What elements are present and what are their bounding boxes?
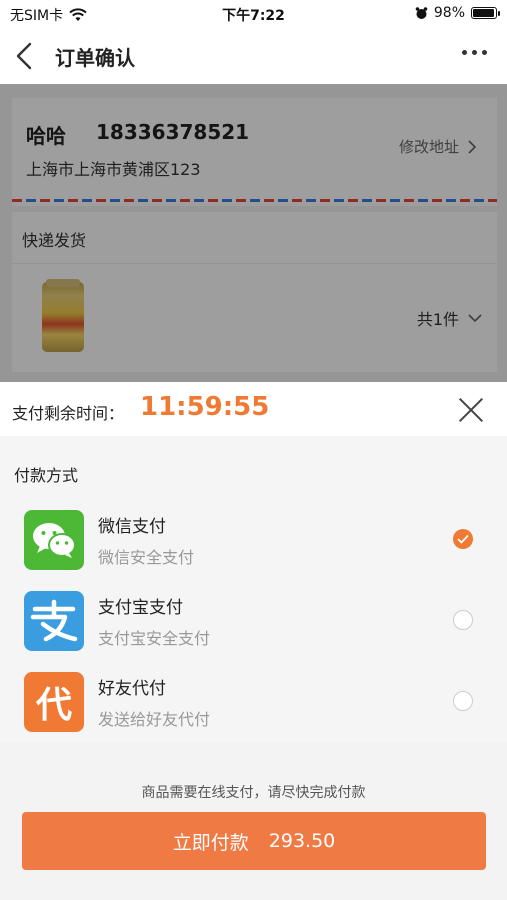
payment-methods: 付款方式 微信支付 微信安全支付 支付宝支付 支付宝安全支付 代 好友代付 发送…: [0, 442, 507, 742]
close-button[interactable]: [457, 396, 485, 424]
modal-overlay[interactable]: [0, 84, 507, 382]
more-button[interactable]: [462, 50, 487, 55]
method-name: 微信支付: [98, 517, 166, 537]
payment-method-wechat[interactable]: 微信支付 微信安全支付: [0, 504, 507, 584]
page-title: 订单确认: [55, 46, 135, 70]
more-dot-icon: [482, 50, 487, 55]
payment-notice: 商品需要在线支付，请尽快完成付款: [141, 785, 366, 801]
battery-percent: 98%: [433, 5, 465, 21]
status-right: 98%: [415, 5, 500, 21]
pay-now-button[interactable]: 立即付款 293.50: [22, 812, 486, 870]
payment-timer-bar: 支付剩余时间： 11:59:55: [0, 382, 507, 436]
radio-unselected[interactable]: [453, 691, 473, 711]
payment-footer: 商品需要在线支付，请尽快完成付款 立即付款 293.50: [0, 742, 507, 900]
method-description: 微信安全支付: [98, 548, 195, 567]
payment-sheet: 支付剩余时间： 11:59:55 付款方式 微信支付 微信安全支付 支付宝支付 …: [0, 382, 507, 900]
radio-unselected[interactable]: [453, 610, 473, 630]
status-bar: 无SIM卡 下午7:22 98%: [0, 0, 507, 28]
more-dot-icon: [472, 50, 477, 55]
back-arrow-icon: [16, 42, 32, 70]
method-description: 支付宝安全支付: [98, 629, 211, 648]
payment-method-alipay[interactable]: 支付宝支付 支付宝安全支付: [0, 585, 507, 665]
alipay-icon: [24, 591, 84, 651]
wechat-pay-icon: [24, 510, 84, 570]
nav-bar: 订单确认: [0, 28, 507, 84]
payment-method-friend[interactable]: 代 好友代付 发送给好友代付: [0, 666, 507, 746]
timer-value: 11:59:55: [140, 392, 270, 422]
method-name: 好友代付: [98, 679, 166, 699]
back-button[interactable]: [10, 40, 40, 72]
method-description: 发送给好友代付: [98, 710, 211, 729]
friend-pay-glyph: 代: [35, 685, 72, 726]
friend-pay-icon: 代: [24, 672, 84, 732]
method-name: 支付宝支付: [98, 598, 183, 618]
pay-button-label: 立即付款: [172, 831, 249, 854]
battery-icon: [471, 7, 500, 19]
battery-level: [473, 9, 494, 17]
alarm-clock-icon: [415, 6, 428, 19]
timer-label: 支付剩余时间：: [12, 404, 125, 423]
pay-button-amount: 293.50: [268, 830, 336, 852]
radio-selected[interactable]: [453, 529, 473, 549]
more-dot-icon: [462, 50, 467, 55]
methods-title: 付款方式: [14, 466, 79, 485]
checkmark-icon: [457, 534, 469, 544]
